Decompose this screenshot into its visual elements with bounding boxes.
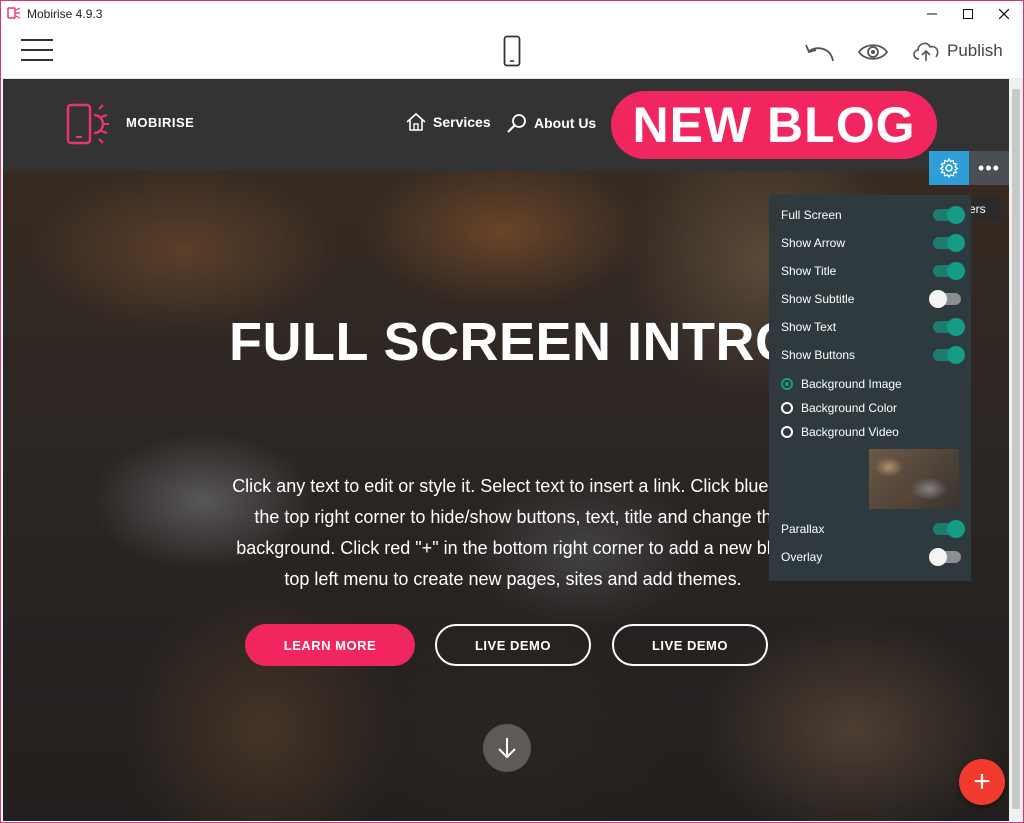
app-toolbar: Publish [1, 27, 1023, 79]
param-label: Show Buttons [781, 348, 856, 362]
menu-hamburger-icon[interactable] [21, 39, 53, 65]
maximize-icon [963, 9, 973, 19]
param-full-screen[interactable]: Full Screen [781, 205, 965, 225]
editor-canvas: MOBIRISE Services About Us NEW BLOG FULL… [3, 79, 1009, 821]
site-navbar[interactable]: MOBIRISE Services About Us NEW BLOG [3, 79, 1009, 171]
publish-label: Publish [947, 41, 1003, 60]
nav-link-label: Services [433, 114, 491, 130]
arrow-down-icon [498, 738, 516, 759]
param-show-subtitle[interactable]: Show Subtitle [781, 289, 961, 309]
param-show-arrow[interactable]: Show Arrow [781, 233, 965, 253]
mobirise-logo-icon [66, 103, 109, 145]
full-screen-toggle[interactable] [933, 206, 965, 224]
close-button[interactable] [987, 1, 1021, 27]
show-subtitle-toggle[interactable] [929, 290, 961, 308]
new-blog-button[interactable]: NEW BLOG [611, 91, 937, 159]
radio-icon [781, 426, 793, 438]
scroll-down-arrow[interactable] [483, 724, 531, 772]
background-color-option[interactable]: Background Color [781, 401, 897, 415]
param-label: Show Subtitle [781, 292, 855, 306]
app-window: Mobirise 4.9.3 Publish MOBIRISE Services… [0, 0, 1024, 823]
show-title-toggle[interactable] [933, 262, 965, 280]
show-buttons-toggle[interactable] [933, 346, 965, 364]
preview-eye-icon[interactable] [857, 41, 889, 63]
minimize-icon [927, 13, 937, 15]
show-arrow-toggle[interactable] [933, 234, 965, 252]
window-title: Mobirise 4.9.3 [27, 7, 103, 21]
background-image-thumbnail[interactable] [869, 449, 959, 509]
scrollbar-thumb[interactable] [1012, 89, 1020, 809]
param-show-buttons[interactable]: Show Buttons [781, 345, 965, 365]
close-icon [999, 9, 1009, 19]
radio-icon [781, 402, 793, 414]
learn-more-button[interactable]: LEARN MORE [245, 624, 415, 666]
radio-label: Background Image [801, 377, 902, 391]
param-label: Show Title [781, 264, 837, 278]
gear-icon [939, 158, 959, 178]
param-label: Show Arrow [781, 236, 846, 250]
nav-link-services[interactable]: Services [405, 112, 491, 132]
nav-link-about-us[interactable]: About Us [506, 112, 596, 134]
radio-label: Background Color [801, 401, 898, 415]
show-text-toggle[interactable] [933, 318, 965, 336]
param-show-title[interactable]: Show Title [781, 261, 965, 281]
search-icon [507, 114, 526, 133]
title-bar: Mobirise 4.9.3 [1, 1, 1023, 27]
background-image-option[interactable]: Background Image [781, 377, 902, 391]
live-demo-button-2[interactable]: LIVE DEMO [612, 624, 768, 666]
add-block-button[interactable]: + [959, 759, 1005, 805]
mobirise-app-icon [7, 7, 21, 19]
block-more-button[interactable]: ••• [969, 151, 1009, 185]
block-parameters-panel: Full Screen Show Arrow Show Title Show S… [769, 195, 971, 581]
publish-button[interactable]: Publish [911, 39, 1003, 63]
param-label: Parallax [781, 522, 825, 536]
param-overlay[interactable]: Overlay [781, 547, 961, 567]
param-show-text[interactable]: Show Text [781, 317, 965, 337]
canvas-scrollbar[interactable] [1009, 79, 1023, 821]
radio-icon [781, 378, 793, 390]
parallax-toggle[interactable] [933, 520, 965, 538]
site-brand[interactable]: MOBIRISE [126, 115, 194, 130]
param-label: Show Text [781, 320, 837, 334]
cloud-upload-icon [913, 42, 939, 61]
param-label: Full Screen [781, 208, 842, 222]
background-video-option[interactable]: Background Video [781, 425, 899, 439]
block-parameters-button[interactable] [929, 151, 969, 185]
minimize-button[interactable] [915, 1, 949, 27]
hero-title[interactable]: FULL SCREEN INTRO [229, 311, 798, 373]
mobile-preview-icon[interactable] [503, 35, 521, 67]
maximize-button[interactable] [951, 1, 985, 27]
overlay-toggle[interactable] [929, 548, 961, 566]
radio-label: Background Video [801, 425, 899, 439]
home-icon [406, 112, 426, 131]
live-demo-button[interactable]: LIVE DEMO [435, 624, 591, 666]
undo-icon[interactable] [803, 41, 835, 63]
block-controls: ••• [929, 151, 1009, 185]
param-label: Overlay [781, 550, 823, 564]
nav-link-label: About Us [534, 115, 597, 131]
param-parallax[interactable]: Parallax [781, 519, 965, 539]
